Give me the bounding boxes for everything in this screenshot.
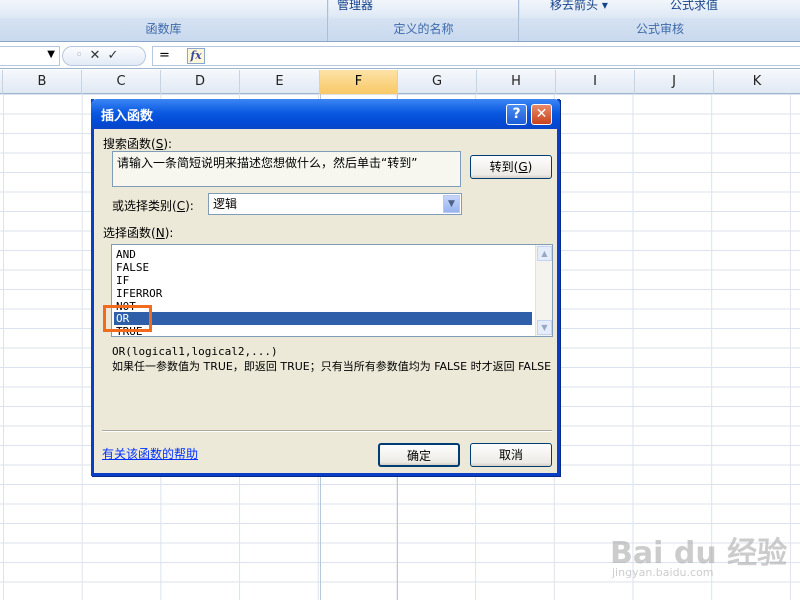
formula-input[interactable]: =: [152, 46, 800, 66]
name-manager-button[interactable]: 管理器: [337, 0, 373, 13]
list-item[interactable]: IFERROR: [116, 287, 162, 300]
column-header-k[interactable]: K: [714, 70, 800, 94]
function-description: 如果任一参数值为 TRUE，即返回 TRUE；只有当所有参数值均为 FALSE …: [112, 360, 552, 373]
cancel-button[interactable]: 取消: [470, 443, 552, 467]
scroll-up-icon[interactable]: ▲: [537, 246, 552, 261]
insert-function-dialog: 插入函数 ? ✕ 搜索函数(S): 请输入一条简短说明来描述您想做什么，然后单击…: [91, 99, 560, 476]
go-button[interactable]: 转到(G): [470, 155, 552, 179]
search-function-input[interactable]: 请输入一条简短说明来描述您想做什么，然后单击“转到”: [112, 151, 461, 187]
column-header-j[interactable]: J: [635, 70, 714, 94]
list-item[interactable]: AND: [116, 248, 136, 261]
ribbon-group-defined-names: 管理器 定义的名称: [329, 0, 519, 41]
remove-arrows-button[interactable]: 移去箭头 ▾: [550, 0, 608, 13]
dialog-titlebar[interactable]: 插入函数 ? ✕: [91, 99, 560, 129]
formula-buttons: ◦ ✕ ✓ fx: [62, 46, 205, 66]
category-value: 逻辑: [213, 197, 238, 211]
evaluate-formula-button[interactable]: 公式求值: [670, 0, 718, 13]
chevron-down-icon[interactable]: ▼: [47, 49, 55, 60]
select-function-label: 选择函数(N):: [103, 226, 174, 240]
watermark-url: jingyan.baidu.com: [612, 566, 714, 579]
column-header-d[interactable]: D: [161, 70, 240, 94]
list-item-selected[interactable]: OR: [114, 312, 532, 325]
list-item[interactable]: FALSE: [116, 261, 149, 274]
ribbon-group-label: 函数库: [145, 22, 182, 36]
function-help-link[interactable]: 有关该函数的帮助: [102, 445, 198, 462]
dialog-title: 插入函数: [101, 109, 154, 124]
function-list[interactable]: AND FALSE IF IFERROR NOT OR TRUE ▲ ▼: [111, 244, 553, 337]
search-function-label: 搜索函数(S):: [103, 137, 173, 151]
column-header-f[interactable]: F: [320, 70, 398, 94]
circle-icon: ◦: [75, 48, 83, 63]
ribbon-group-label: 定义的名称: [393, 22, 454, 36]
ribbon-group-formula-auditing: 移去箭头 ▾ 公式求值 公式审核: [520, 0, 800, 41]
function-syntax: OR(logical1,logical2,...): [112, 345, 278, 358]
column-header-h[interactable]: H: [477, 70, 556, 94]
column-header-b[interactable]: B: [3, 70, 82, 94]
vertical-scrollbar[interactable]: ▲ ▼: [535, 245, 552, 336]
column-header-c[interactable]: C: [82, 70, 161, 94]
chevron-down-icon[interactable]: ▼: [443, 195, 460, 213]
scroll-down-icon[interactable]: ▼: [537, 320, 552, 335]
category-label: 或选择类别(C):: [112, 199, 194, 213]
annotation-highlight-box: [103, 305, 152, 332]
category-select[interactable]: 逻辑 ▼: [208, 193, 462, 215]
column-header-i[interactable]: I: [556, 70, 635, 94]
name-box[interactable]: ▼: [0, 46, 60, 66]
list-item[interactable]: IF: [116, 274, 129, 287]
help-button[interactable]: ?: [506, 104, 527, 125]
ribbon-group-label: 公式审核: [635, 22, 684, 36]
divider: [102, 430, 552, 432]
column-header-e[interactable]: E: [240, 70, 320, 94]
ribbon: 函数库 管理器 定义的名称 移去箭头 ▾ 公式求值 公式审核: [0, 0, 800, 42]
ribbon-group-function-library: 函数库: [0, 0, 328, 41]
column-headers: B C D E F G H I J K: [0, 70, 800, 94]
formula-bar: ▼ ◦ ✕ ✓ fx =: [0, 43, 800, 69]
ok-button[interactable]: 确定: [378, 443, 460, 467]
close-button[interactable]: ✕: [531, 104, 552, 125]
column-header-g[interactable]: G: [398, 70, 477, 94]
enter-formula-button[interactable]: ✓: [105, 48, 121, 64]
cancel-formula-button[interactable]: ✕: [87, 48, 103, 64]
